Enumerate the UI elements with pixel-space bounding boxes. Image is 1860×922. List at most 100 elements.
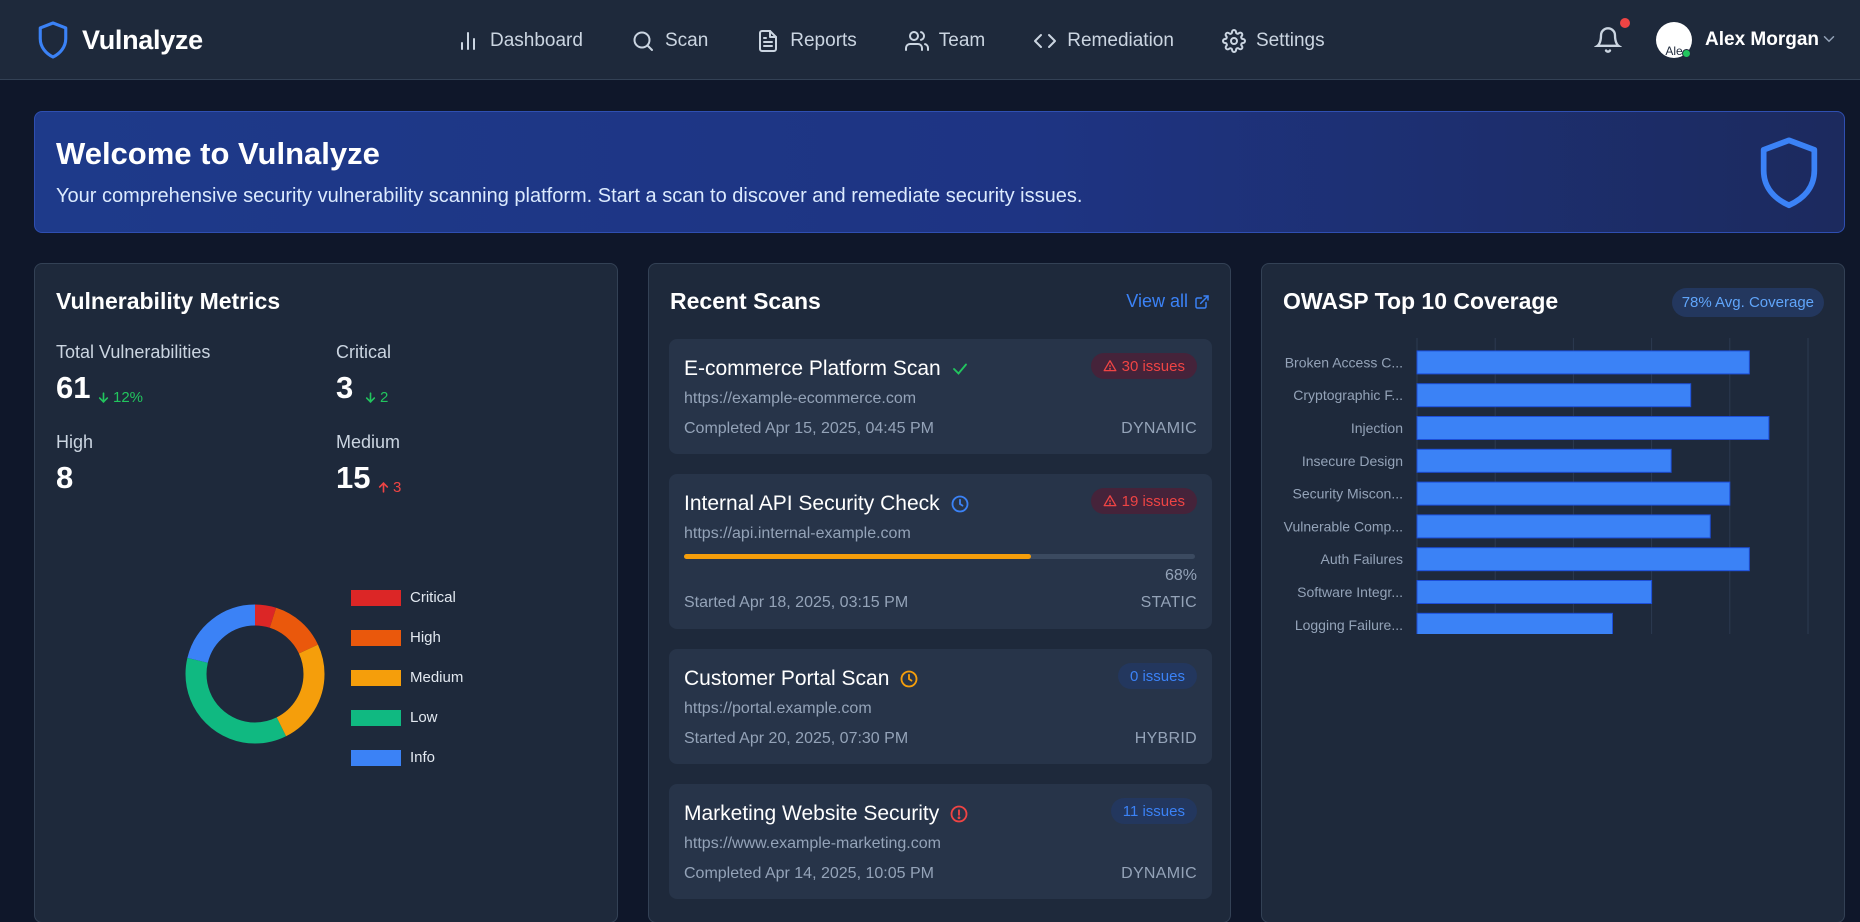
scan-time: Completed Apr 14, 2025, 10:05 PM	[684, 865, 934, 882]
nav-item-team[interactable]: Team	[904, 24, 986, 58]
legend-item-low: Low	[351, 709, 438, 726]
legend-swatch	[351, 589, 401, 606]
top-navbar: Vulnalyze Dashboard Scan Reports Team Re…	[0, 0, 1860, 80]
legend-swatch	[351, 709, 401, 726]
welcome-banner: Welcome to Vulnalyze Your comprehensive …	[34, 111, 1845, 233]
check-icon	[952, 363, 967, 375]
scan-progress-fill	[684, 554, 1032, 559]
legend-swatch	[351, 669, 401, 686]
recent-scans-title: Recent Scans	[670, 288, 821, 314]
scan-name: Internal API Security Check	[684, 492, 940, 515]
scan-url: https://www.example-marketing.com	[684, 835, 941, 852]
y-category-label: Auth Failures	[1321, 551, 1403, 567]
scan-item[interactable]: E-commerce Platform Scan 30 issues https…	[669, 339, 1212, 454]
scan-item[interactable]: Customer Portal Scan 0 issues https://po…	[669, 649, 1212, 764]
bell-icon[interactable]	[1594, 26, 1622, 54]
scan-type: HYBRID	[1134, 730, 1197, 747]
total-delta: 12%	[97, 389, 143, 406]
view-all-link[interactable]: View all	[1126, 291, 1210, 312]
scan-item[interactable]: Internal API Security Check 19 issues ht…	[669, 474, 1212, 629]
scan-type: STATIC	[1140, 594, 1197, 611]
owasp-bar	[1416, 416, 1770, 440]
nav-menu: Dashboard Scan Reports Team Remediation …	[456, 24, 1373, 58]
scan-name-row: Customer Portal Scan	[684, 667, 919, 691]
owasp-title: OWASP Top 10 Coverage	[1283, 288, 1559, 314]
scan-time: Completed Apr 15, 2025, 04:45 PM	[684, 420, 934, 437]
issues-badge: 0 issues	[1117, 663, 1197, 689]
legend-label: High	[410, 629, 441, 646]
code-icon	[1034, 34, 1057, 48]
medium-delta: 3	[377, 479, 401, 496]
scan-name-row: Marketing Website Security	[684, 802, 969, 826]
y-category-label: Logging Failure...	[1295, 617, 1403, 633]
legend-item-medium: Medium	[351, 669, 463, 686]
total-value: 61	[56, 370, 91, 405]
critical-value: 3	[336, 370, 354, 405]
brand[interactable]: Vulnalyze	[36, 20, 203, 60]
legend-label: Medium	[410, 669, 464, 686]
y-category-label: Vulnerable Comp...	[1284, 518, 1403, 534]
scan-name-row: Internal API Security Check	[684, 492, 970, 516]
high-value: 8	[56, 460, 74, 495]
arrow-down-icon	[98, 392, 109, 403]
owasp-bar	[1416, 580, 1653, 604]
scan-progress-label: 68%	[1164, 567, 1197, 584]
nav-item-scan[interactable]: Scan	[631, 24, 708, 58]
nav-item-reports[interactable]: Reports	[756, 24, 857, 58]
scan-type: DYNAMIC	[1121, 865, 1197, 882]
high-label: High	[56, 432, 94, 452]
scan-url: https://api.internal-example.com	[684, 525, 911, 542]
medium-delta-value: 3	[393, 479, 402, 496]
clock-icon	[901, 670, 918, 688]
owasp-bar-chart: 020406080100Broken Access C...Cryptograp…	[1284, 338, 1809, 634]
nav-item-dashboard[interactable]: Dashboard	[456, 24, 583, 58]
notification-dot	[1620, 18, 1630, 28]
shield-logo-icon	[38, 21, 68, 59]
scan-progress-bar	[684, 554, 1195, 559]
user-name[interactable]: Alex Morgan	[1705, 29, 1819, 51]
issues-badge: 19 issues	[1090, 488, 1197, 514]
arrow-down-icon	[365, 392, 376, 403]
alert-triangle-icon	[1103, 360, 1117, 372]
nav-item-label: Settings	[1255, 30, 1325, 51]
clock-icon	[951, 495, 969, 513]
alert-triangle-icon	[1103, 495, 1117, 507]
nav-item-remediation[interactable]: Remediation	[1033, 24, 1174, 58]
avatar-alt-text: Ale	[1665, 44, 1683, 58]
total-label: Total Vulnerabilities	[56, 342, 211, 362]
scan-time: Started Apr 20, 2025, 07:30 PM	[684, 730, 909, 747]
bar-chart-icon	[461, 32, 475, 50]
metrics-title: Vulnerability Metrics	[56, 288, 281, 314]
legend-label: Info	[410, 749, 436, 766]
scan-url: https://example-ecommerce.com	[684, 390, 917, 407]
nav-item-settings[interactable]: Settings	[1221, 24, 1325, 58]
alert-circle-icon	[950, 805, 968, 823]
scan-name-row: E-commerce Platform Scan	[684, 357, 969, 381]
nav-item-label: Team	[938, 30, 986, 51]
owasp-bar	[1416, 350, 1750, 375]
y-category-label: Security Miscon...	[1293, 486, 1403, 502]
scan-item[interactable]: Marketing Website Security 11 issues htt…	[669, 784, 1212, 899]
banner-subtitle: Your comprehensive security vulnerabilit…	[56, 185, 1083, 207]
shield-icon	[1760, 137, 1818, 209]
scan-name: E-commerce Platform Scan	[684, 357, 941, 380]
legend-swatch	[351, 629, 401, 646]
owasp-bar	[1416, 547, 1750, 572]
issues-count: 0 issues	[1129, 667, 1185, 685]
critical-delta-value: 2	[380, 389, 389, 406]
chevron-down-icon[interactable]	[1820, 30, 1838, 48]
scan-url: https://portal.example.com	[684, 700, 872, 717]
medium-value: 15	[336, 460, 371, 495]
nav-item-label: Remediation	[1067, 30, 1174, 51]
legend-label: Critical	[410, 589, 456, 606]
legend-label: Low	[410, 709, 438, 726]
y-category-label: Software Integr...	[1297, 584, 1403, 600]
y-category-label: Broken Access C...	[1285, 354, 1403, 370]
view-all-label: View all	[1126, 291, 1188, 311]
owasp-bar	[1416, 481, 1731, 506]
legend-item-critical: Critical	[351, 589, 456, 606]
critical-delta: 2	[364, 389, 388, 406]
issues-count: 11 issues	[1122, 802, 1185, 820]
owasp-bar	[1416, 612, 1613, 634]
owasp-bar	[1416, 448, 1672, 473]
